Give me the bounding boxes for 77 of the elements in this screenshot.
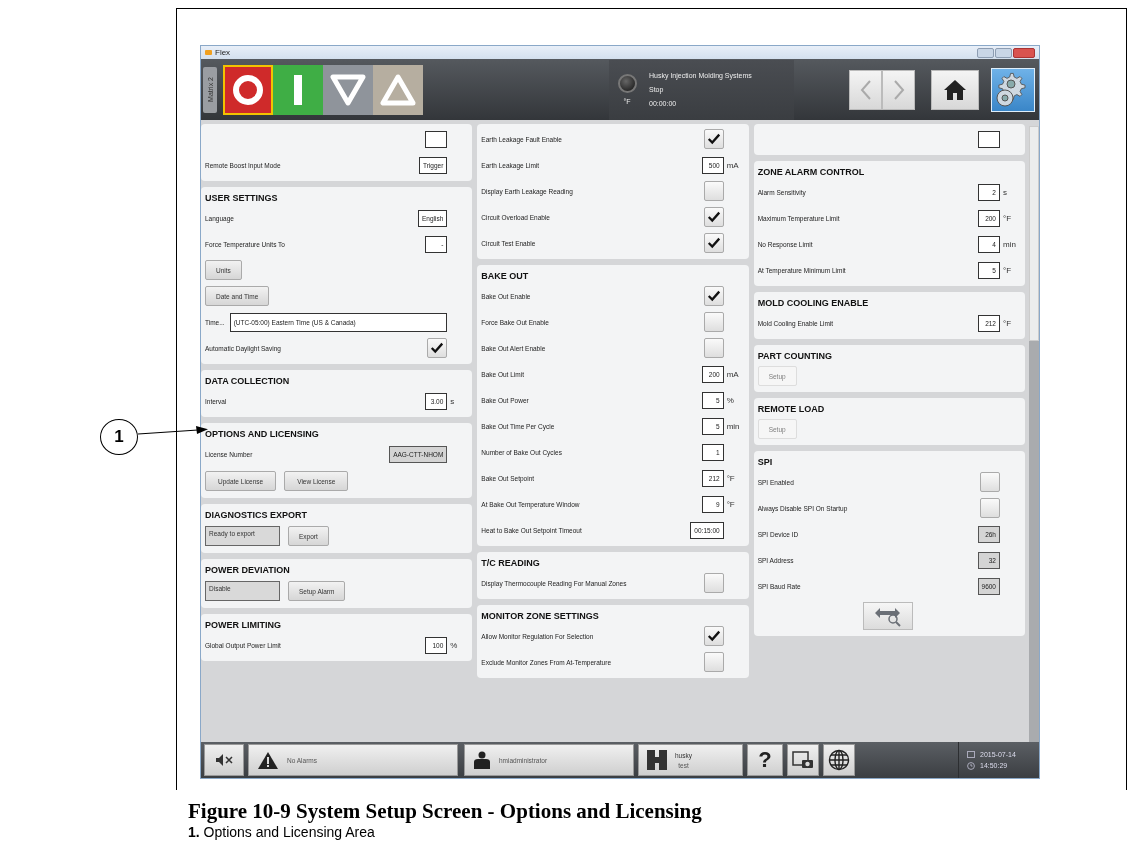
unit-label: s	[1003, 187, 1008, 197]
checkbox[interactable]	[980, 498, 1000, 518]
warning-icon	[257, 750, 279, 770]
section-heading: T/C READING	[481, 557, 541, 570]
screenshot-button[interactable]	[787, 744, 819, 776]
unit-label: %	[726, 395, 735, 405]
checkbox[interactable]	[703, 338, 724, 358]
value-field[interactable]	[978, 130, 1000, 148]
unit-label: °F	[726, 499, 736, 509]
scroll-thumb[interactable]	[1029, 126, 1039, 341]
calendar-icon	[967, 750, 975, 758]
unit-label: mA	[726, 369, 740, 379]
home-icon	[943, 78, 967, 101]
ring-icon	[231, 72, 265, 107]
mute-button[interactable]	[204, 744, 244, 776]
unit-label: mA	[726, 160, 740, 170]
section-heading: REMOTE LOAD	[757, 403, 826, 416]
checkbox[interactable]	[980, 472, 1000, 492]
section-heading: POWER LIMITING	[205, 619, 282, 632]
checkbox[interactable]	[427, 338, 448, 358]
globe-icon	[828, 749, 850, 771]
chevron-left-icon	[859, 78, 872, 101]
chevron-right-icon	[892, 78, 905, 101]
section-heading: POWER DEVIATION	[205, 564, 291, 577]
stop-mode-button[interactable]	[223, 64, 273, 115]
checkbox[interactable]	[703, 181, 724, 201]
language-button[interactable]	[823, 744, 855, 776]
unit-label: %	[450, 640, 459, 650]
section-heading: SPI	[757, 456, 774, 469]
checkbox[interactable]	[703, 207, 724, 227]
close-button[interactable]	[1013, 47, 1035, 58]
section-heading: BAKE OUT	[481, 270, 530, 283]
scan-button[interactable]	[863, 602, 914, 630]
checkbox[interactable]	[703, 312, 724, 332]
figure-caption: Figure 10-9 System Setup Screen - Options and Licensing	[188, 799, 703, 823]
checkbox[interactable]	[703, 573, 724, 593]
muted-speaker-icon	[215, 753, 233, 767]
triangle-up-icon	[380, 73, 416, 106]
back-button[interactable]	[849, 69, 882, 110]
legend-item: 1. Options and Licensing Area	[188, 825, 376, 840]
checkbox[interactable]	[703, 129, 724, 149]
mold-logo-icon	[647, 750, 667, 770]
forward-button[interactable]	[882, 69, 915, 110]
window-camera-icon	[792, 750, 814, 770]
section-heading: ZONE ALARM CONTROL	[757, 166, 866, 179]
scrollbar[interactable]	[1029, 126, 1039, 742]
value-field[interactable]	[425, 130, 448, 148]
help-button[interactable]: ?	[747, 744, 783, 776]
unit-label: °F	[726, 473, 736, 483]
unit-label: °F	[1003, 318, 1013, 328]
window-title: Flex	[215, 48, 231, 57]
triangle-down-icon	[330, 73, 366, 106]
unit-label: min	[726, 421, 741, 431]
checkbox[interactable]	[703, 652, 724, 672]
unit-label: °F	[1003, 213, 1013, 223]
down-mode-button[interactable]	[323, 64, 373, 115]
section-heading: MOLD COOLING ENABLE	[757, 297, 870, 310]
unit-label: s	[450, 396, 456, 406]
checkbox[interactable]	[703, 626, 724, 646]
checkbox[interactable]	[703, 233, 724, 253]
settings-button[interactable]	[991, 67, 1035, 112]
home-button[interactable]	[931, 69, 979, 110]
bar-icon	[293, 72, 303, 107]
checkbox[interactable]	[703, 286, 724, 306]
section-heading: PART COUNTING	[757, 350, 833, 363]
section-heading: MONITOR ZONE SETTINGS	[481, 610, 600, 623]
section-heading: DATA COLLECTION	[205, 375, 291, 388]
unit-label: min	[1003, 239, 1017, 249]
clock-icon	[967, 761, 975, 770]
unit-label: °F	[1003, 265, 1013, 275]
section-heading: OPTIONS AND LICENSING	[205, 428, 320, 441]
status-lamp-icon	[617, 74, 637, 93]
section-heading: USER SETTINGS	[205, 192, 279, 205]
section-heading: DIAGNOSTICS EXPORT	[205, 509, 308, 522]
app-logo-icon	[205, 50, 212, 55]
start-mode-button[interactable]	[273, 64, 323, 115]
person-icon	[473, 750, 491, 770]
